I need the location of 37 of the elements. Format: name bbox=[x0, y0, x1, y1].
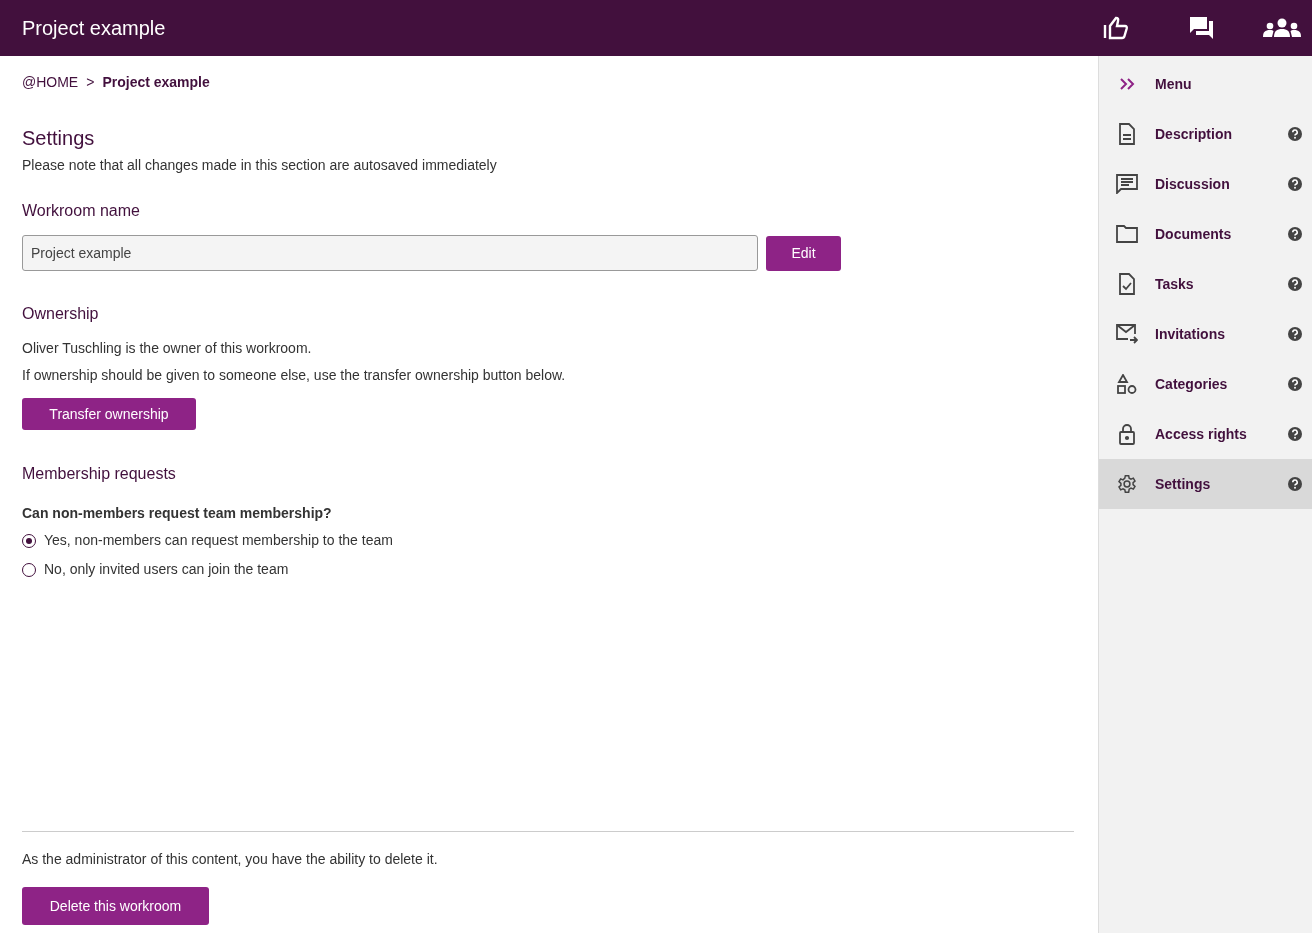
subsection-heading: Workroom name bbox=[22, 201, 141, 221]
sidebar-item[interactable]: Settings bbox=[1099, 459, 1312, 509]
edit-button[interactable]: Edit bbox=[766, 235, 841, 271]
settings-icon bbox=[1117, 474, 1137, 494]
page-title: Project example bbox=[22, 16, 167, 41]
help-icon[interactable] bbox=[1288, 177, 1302, 191]
shapes-icon bbox=[1117, 374, 1137, 394]
delete-workroom-button[interactable]: Delete this workroom bbox=[22, 887, 209, 925]
ownership-text: Oliver Tuschling is the owner of this workroom. bbox=[22, 339, 313, 358]
help-icon[interactable] bbox=[1288, 127, 1302, 141]
breadcrumb-link[interactable]: @HOME bbox=[22, 72, 79, 93]
subsection-heading: Ownership bbox=[22, 304, 100, 324]
padlock-icon bbox=[1118, 423, 1136, 445]
transfer-ownership-button[interactable]: Transfer ownership bbox=[22, 398, 196, 430]
envelope-arrow-icon bbox=[1116, 324, 1138, 344]
breadcrumb-separator: > bbox=[86, 73, 95, 92]
help-icon[interactable] bbox=[1288, 277, 1302, 291]
help-icon[interactable] bbox=[1288, 377, 1302, 391]
breadcrumb-current: Project example bbox=[102, 73, 210, 92]
question-label: Can non-members request team membership? bbox=[22, 504, 333, 523]
chevrons-right-icon bbox=[1119, 77, 1135, 91]
admin-note: As the administrator of this content, you have the ability to delete it. bbox=[22, 850, 439, 869]
radio-label[interactable]: No, only invited users can join the team bbox=[44, 559, 289, 580]
help-icon[interactable] bbox=[1288, 227, 1302, 241]
help-icon[interactable] bbox=[1288, 427, 1302, 441]
checked-document-icon bbox=[1118, 273, 1136, 295]
document-icon bbox=[1118, 123, 1136, 145]
radio-label[interactable]: Yes, non-members can request membership to the team bbox=[44, 530, 393, 551]
help-icon[interactable] bbox=[1288, 477, 1302, 491]
folder-icon bbox=[1116, 225, 1138, 243]
section-heading: Settings bbox=[22, 126, 96, 151]
autosave-note: Please note that all changes made in this section are autosaved immediately bbox=[22, 156, 498, 175]
workroom-name-field[interactable]: Project example bbox=[22, 235, 758, 271]
ownership-text: If ownership should be given to someone else, use the transfer ownership button below. bbox=[22, 366, 567, 385]
comment-icon bbox=[1116, 174, 1138, 194]
subsection-heading: Membership requests bbox=[22, 464, 177, 484]
help-icon[interactable] bbox=[1288, 327, 1302, 341]
